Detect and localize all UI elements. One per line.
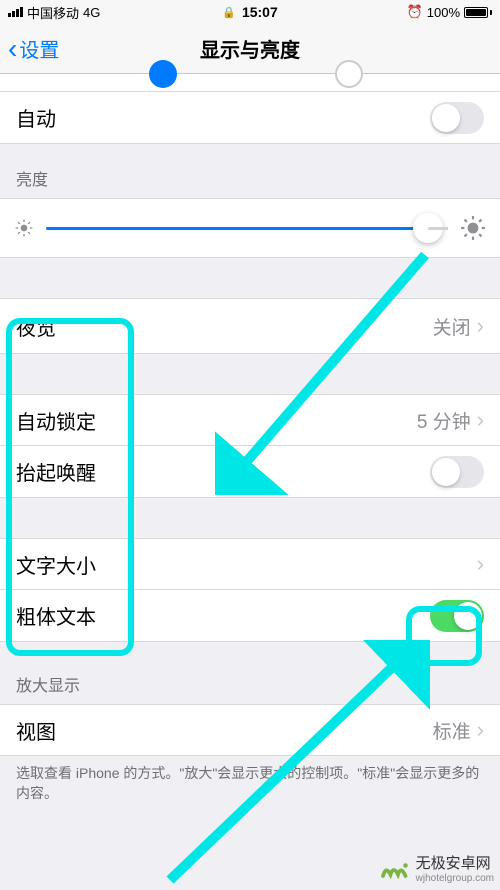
chevron-right-icon: › — [477, 717, 484, 743]
page-title: 显示与亮度 — [200, 34, 300, 63]
text-size-label: 文字大小 — [16, 550, 471, 579]
auto-lock-row[interactable]: 自动锁定 5 分钟 › — [0, 394, 500, 446]
bold-text-row[interactable]: 粗体文本 — [0, 590, 500, 642]
watermark: 无极安卓网 wjhotelgroup.com — [380, 855, 494, 885]
sun-large-icon — [460, 215, 486, 241]
auto-lock-label: 自动锁定 — [16, 406, 417, 435]
sun-small-icon — [14, 218, 34, 238]
status-time: 15:07 — [242, 4, 278, 20]
auto-row[interactable]: 自动 — [0, 92, 500, 144]
lock-icon: 🔒 — [222, 6, 236, 19]
auto-lock-value: 5 分钟 — [417, 407, 471, 434]
night-shift-row[interactable]: 夜览 关闭 › — [0, 298, 500, 354]
view-row[interactable]: 视图 标准 › — [0, 704, 500, 756]
auto-toggle[interactable] — [430, 102, 484, 134]
raise-to-wake-label: 抬起唤醒 — [16, 457, 430, 486]
brightness-slider[interactable] — [46, 227, 448, 230]
raise-to-wake-row[interactable]: 抬起唤醒 — [0, 446, 500, 498]
alarm-icon: ⏰ — [407, 4, 423, 20]
network-label: 4G — [83, 5, 100, 20]
battery-icon — [464, 7, 492, 18]
nav-bar: ‹ 设置 显示与亮度 — [0, 24, 500, 74]
chevron-right-icon: › — [477, 407, 484, 433]
watermark-url: wjhotelgroup.com — [416, 873, 494, 884]
zoom-footer-text: 选取查看 iPhone 的方式。"放大"会显示更大的控制项。"标准"会显示更多的… — [0, 756, 500, 823]
back-button[interactable]: ‹ 设置 — [0, 34, 59, 63]
brightness-section-header: 亮度 — [0, 144, 500, 198]
auto-label: 自动 — [16, 103, 430, 132]
light-mode-selected-dot — [149, 60, 177, 88]
watermark-title: 无极安卓网 — [416, 856, 494, 873]
dark-mode-unselected-dot — [335, 60, 363, 88]
brightness-slider-row — [0, 198, 500, 258]
view-value: 标准 — [433, 717, 471, 744]
status-bar: 中国移动 4G 🔒 15:07 ⏰ 100% — [0, 0, 500, 24]
text-size-row[interactable]: 文字大小 › — [0, 538, 500, 590]
night-shift-label: 夜览 — [16, 312, 433, 341]
zoom-section-header: 放大显示 — [0, 642, 500, 704]
signal-icon — [8, 7, 23, 17]
view-label: 视图 — [16, 716, 433, 745]
carrier-label: 中国移动 — [27, 3, 79, 22]
raise-to-wake-toggle[interactable] — [430, 456, 484, 488]
chevron-right-icon: › — [477, 551, 484, 577]
battery-pct: 100% — [427, 5, 460, 20]
night-shift-value: 关闭 — [433, 313, 471, 340]
back-label: 设置 — [19, 34, 59, 63]
watermark-logo-icon — [380, 855, 410, 885]
bold-text-label: 粗体文本 — [16, 601, 430, 630]
bold-text-toggle[interactable] — [430, 600, 484, 632]
chevron-right-icon: › — [477, 313, 484, 339]
appearance-mode-row-clipped — [0, 74, 500, 92]
chevron-left-icon: ‹ — [8, 35, 17, 63]
brightness-slider-thumb[interactable] — [413, 213, 443, 243]
